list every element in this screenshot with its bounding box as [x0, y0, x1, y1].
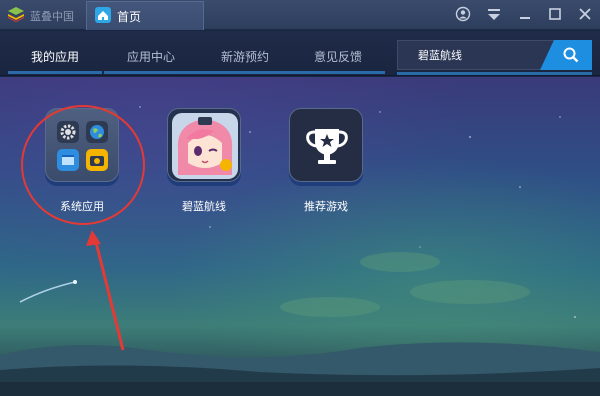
search-button[interactable] — [540, 40, 592, 70]
search-input[interactable]: 碧蓝航线 — [418, 47, 462, 63]
title-bar: 蓝叠中国 首页 — [0, 0, 600, 30]
minimize-icon[interactable] — [517, 6, 533, 22]
search-box[interactable]: 碧蓝航线 — [397, 40, 592, 70]
bluestacks-logo — [8, 7, 24, 22]
tab-my-apps[interactable]: 我的应用 — [8, 31, 102, 76]
maximize-icon[interactable] — [547, 6, 563, 22]
search-underline — [397, 72, 592, 75]
trophy-icon — [289, 108, 363, 182]
tab-underline — [104, 71, 198, 74]
tab-app-center[interactable]: 应用中心 — [104, 31, 198, 76]
close-icon[interactable] — [577, 6, 593, 22]
tab-label: 我的应用 — [30, 50, 79, 64]
home-tab-label: 首页 — [117, 10, 142, 24]
home-icon — [95, 7, 111, 23]
user-icon[interactable] — [455, 6, 471, 22]
nav-bar: 我的应用 应用中心 新游预约 意见反馈 碧蓝航线 — [0, 31, 600, 76]
system-apps-icon — [45, 108, 119, 182]
camera-icon — [86, 149, 108, 171]
brand-name: 蓝叠中国 — [30, 10, 74, 23]
app-recommended-games[interactable]: 推荐游戏 — [286, 108, 366, 214]
tab-home[interactable]: 首页 — [86, 1, 204, 30]
tab-feedback[interactable]: 意见反馈 — [291, 31, 385, 76]
app-system-apps[interactable]: 系统应用 — [42, 108, 122, 214]
globe-icon — [86, 121, 108, 143]
app-label: 碧蓝航线 — [182, 200, 226, 213]
azur-lane-icon — [167, 108, 241, 182]
tab-underline — [198, 71, 292, 74]
app-label: 推荐游戏 — [304, 200, 348, 213]
file-manager-icon — [57, 149, 79, 171]
search-icon — [563, 47, 579, 63]
app-azur-lane[interactable]: 碧蓝航线 — [164, 108, 244, 214]
app-label: 系统应用 — [60, 200, 104, 213]
tab-label: 新游预约 — [220, 50, 269, 64]
gear-icon — [57, 121, 79, 143]
tab-label: 应用中心 — [126, 50, 175, 64]
tab-label: 意见反馈 — [313, 50, 362, 64]
tab-new-games[interactable]: 新游预约 — [198, 31, 292, 76]
tab-underline — [8, 71, 102, 74]
horizon-hills — [0, 342, 600, 396]
tab-underline — [291, 71, 385, 74]
menu-icon[interactable] — [486, 6, 502, 22]
